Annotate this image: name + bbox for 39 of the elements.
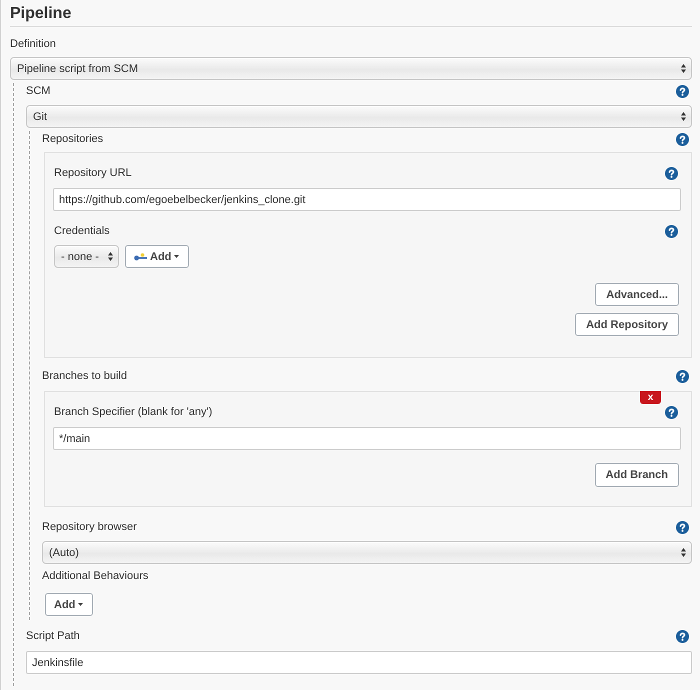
help-icon[interactable] bbox=[676, 370, 689, 382]
advanced-button[interactable]: Advanced... bbox=[595, 283, 679, 306]
repository-browser-select[interactable]: (Auto) bbox=[42, 541, 692, 564]
field-label: SCM bbox=[26, 84, 50, 98]
scm-select[interactable]: Git bbox=[26, 105, 692, 128]
caret-icon bbox=[174, 255, 180, 258]
updown-arrows-icon bbox=[681, 548, 686, 557]
field-label: Definition bbox=[10, 37, 56, 51]
credentials-select[interactable]: - none - bbox=[54, 245, 119, 268]
definition-select[interactable]: Pipeline script from SCM bbox=[10, 57, 692, 80]
updown-arrows-icon bbox=[681, 112, 686, 121]
add-behaviour-button[interactable]: Add bbox=[45, 593, 94, 616]
field-label: Branch Specifier (blank for 'any') bbox=[54, 405, 212, 419]
script-path-input[interactable]: Jenkinsfile bbox=[26, 651, 692, 674]
help-icon[interactable] bbox=[665, 406, 678, 418]
help-icon[interactable] bbox=[665, 224, 678, 238]
add-credentials-button[interactable]: Add bbox=[125, 245, 190, 268]
help-icon[interactable] bbox=[676, 520, 689, 534]
repository-url-input[interactable]: https://github.com/egoebelbecker/jenkins_clone.git bbox=[53, 188, 681, 211]
add-repository-button[interactable]: Add Repository bbox=[575, 313, 679, 336]
updown-arrows-icon bbox=[108, 252, 113, 261]
field-label: Branches to build bbox=[42, 369, 127, 383]
help-icon[interactable] bbox=[676, 132, 689, 146]
delete-button[interactable]: x bbox=[640, 391, 661, 404]
updown-arrows-icon bbox=[681, 64, 686, 73]
field-label: Credentials bbox=[54, 224, 110, 238]
field-label: Repository browser bbox=[42, 520, 137, 534]
field-label: Repository URL bbox=[54, 166, 132, 180]
field-label: Additional Behaviours bbox=[42, 569, 148, 583]
caret-icon bbox=[78, 603, 84, 606]
help-icon[interactable] bbox=[676, 630, 689, 642]
key-icon bbox=[134, 252, 147, 260]
field-label: Script Path bbox=[26, 629, 80, 643]
section-title: Pipeline bbox=[10, 0, 692, 27]
branch-specifier-input[interactable]: */main bbox=[53, 427, 681, 450]
help-icon[interactable] bbox=[676, 84, 689, 98]
add-branch-button[interactable]: Add Branch bbox=[594, 463, 679, 487]
help-icon[interactable] bbox=[665, 166, 678, 180]
field-label: Repositories bbox=[42, 132, 104, 146]
